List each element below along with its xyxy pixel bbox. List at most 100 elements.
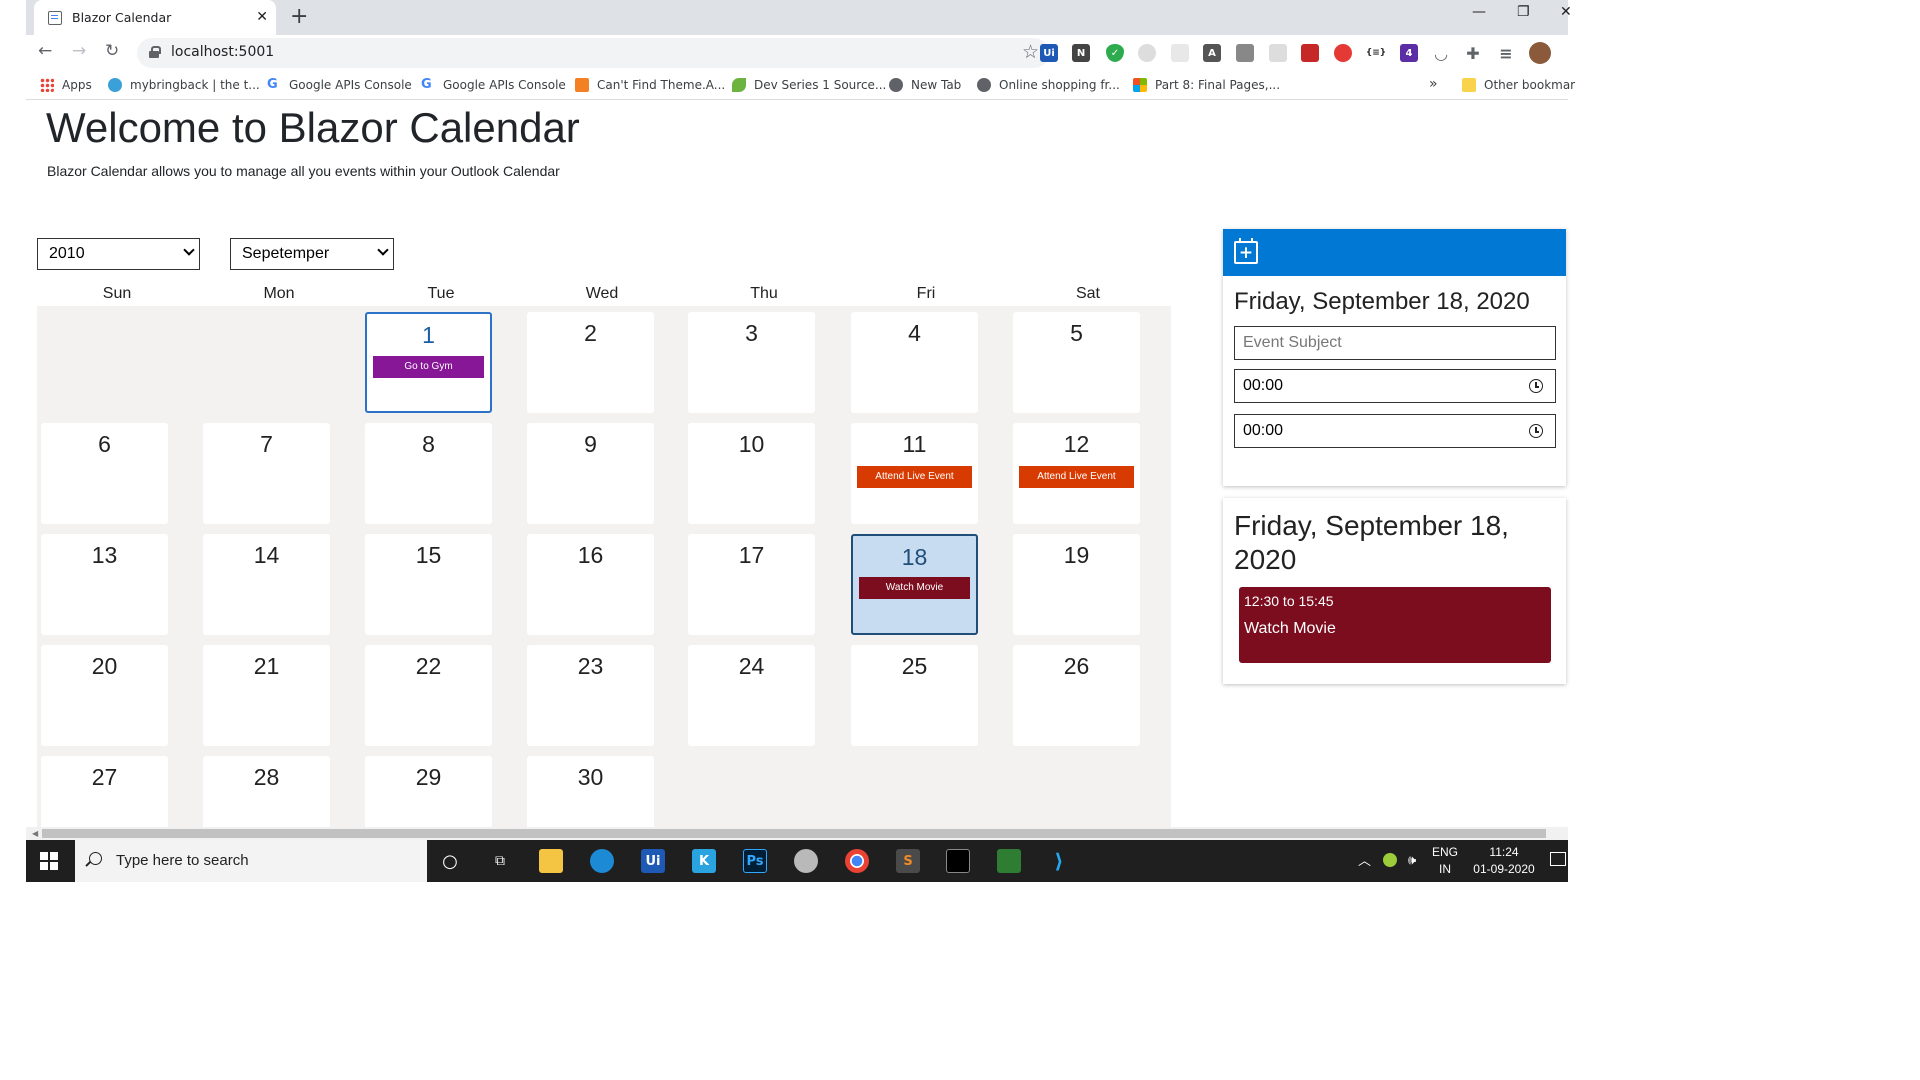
scroll-left-icon[interactable]: ◀ — [32, 829, 38, 838]
language-indicator[interactable]: ENG IN — [1432, 844, 1458, 878]
purple-extension-icon[interactable]: 4 — [1400, 44, 1418, 62]
event-chip[interactable]: Attend Live Event — [1019, 466, 1134, 488]
new-tab-button[interactable]: + — [290, 4, 308, 29]
uipath-extension-icon[interactable]: Ui — [1040, 44, 1058, 62]
other-bookmarks-folder[interactable]: Other bookmar — [1462, 78, 1575, 92]
month-select[interactable]: Sepetemper — [230, 238, 394, 270]
day-cell[interactable]: 27 — [41, 756, 168, 827]
day-cell[interactable]: 30 — [527, 756, 654, 827]
clock-icon[interactable] — [1529, 424, 1543, 438]
taskbar-search-box[interactable]: Type here to search — [75, 840, 427, 882]
day-cell[interactable]: 26 — [1013, 645, 1140, 746]
day-cell[interactable]: 8 — [365, 423, 492, 524]
day-cell[interactable]: 28 — [203, 756, 330, 827]
notifications-icon[interactable] — [1550, 852, 1566, 866]
day-cell[interactable]: 20 — [41, 645, 168, 746]
day-cell[interactable]: 10 — [688, 423, 815, 524]
calendar-add-icon[interactable] — [1234, 238, 1258, 264]
event-chip[interactable]: Attend Live Event — [857, 466, 972, 488]
day-cell[interactable]: 7 — [203, 423, 330, 524]
terminal-icon[interactable] — [946, 849, 970, 873]
minimize-button[interactable]: — — [1472, 4, 1486, 20]
notepad-icon[interactable] — [997, 849, 1021, 873]
bookmark-apps[interactable]: Apps — [40, 78, 92, 92]
day-cell[interactable]: 5 — [1013, 312, 1140, 413]
uipath-icon[interactable]: Ui — [641, 849, 665, 873]
day-cell[interactable]: 13 — [41, 534, 168, 635]
close-window-button[interactable]: ✕ — [1560, 4, 1572, 20]
day-cell[interactable]: 22 — [365, 645, 492, 746]
day-cell[interactable]: 29 — [365, 756, 492, 827]
megaphone-extension-icon[interactable] — [1334, 44, 1352, 62]
edge-icon[interactable] — [590, 849, 614, 873]
sublime-text-icon[interactable]: S — [896, 849, 920, 873]
paint-icon[interactable] — [794, 849, 818, 873]
browser-tab-active[interactable]: Blazor Calendar ✕ — [34, 0, 276, 35]
font-extension-icon[interactable]: A — [1203, 44, 1221, 62]
camera-extension-icon[interactable] — [1236, 44, 1254, 62]
day-cell[interactable]: 2 — [527, 312, 654, 413]
reload-icon[interactable]: ↻ — [105, 41, 119, 61]
event-chip[interactable]: Watch Movie — [859, 577, 970, 599]
vscode-icon[interactable]: ⟩ — [1047, 849, 1071, 873]
bookmarks-overflow-button[interactable]: » — [1429, 76, 1438, 92]
back-arrow-icon[interactable]: ← — [38, 41, 52, 61]
puzzle-extensions-icon[interactable]: ✚ — [1464, 44, 1482, 63]
task-view-icon[interactable]: ⧉ — [488, 849, 512, 873]
clock-icon[interactable] — [1529, 379, 1543, 393]
news-extension-icon[interactable]: N — [1072, 44, 1090, 62]
lock-icon[interactable] — [149, 46, 161, 58]
blank-extension-icon[interactable] — [1171, 44, 1189, 62]
horizontal-scrollbar[interactable]: ◀ — [0, 827, 1568, 840]
cortana-icon[interactable]: ○ — [438, 849, 462, 873]
address-bar[interactable]: localhost:5001 ☆ — [137, 38, 1049, 68]
bookmark-online-shopping[interactable]: Online shopping fr... — [977, 78, 1120, 92]
day-cell-selected[interactable]: 18 Watch Movie — [851, 534, 978, 635]
day-cell[interactable]: 3 — [688, 312, 815, 413]
file-explorer-icon[interactable] — [539, 849, 563, 873]
volume-icon[interactable]: 🕪 — [1408, 851, 1416, 868]
day-cell[interactable]: 6 — [41, 423, 168, 524]
pocket-extension-icon[interactable]: ◡ — [1432, 44, 1450, 63]
profile-avatar[interactable] — [1529, 42, 1551, 64]
event-subject-input[interactable]: Event Subject — [1234, 326, 1556, 360]
day-cell[interactable]: 16 — [527, 534, 654, 635]
event-chip[interactable]: Go to Gym — [373, 356, 484, 378]
day-cell[interactable]: 1 Go to Gym — [365, 312, 492, 413]
bookmark-google-apis-2[interactable]: G Google APIs Console — [421, 78, 566, 93]
reading-list-icon[interactable]: ≡ — [1497, 44, 1515, 63]
scrollbar-thumb[interactable] — [42, 829, 1546, 838]
day-cell[interactable]: 25 — [851, 645, 978, 746]
day-cell[interactable]: 14 — [203, 534, 330, 635]
day-cell[interactable]: 12 Attend Live Event — [1013, 423, 1140, 524]
bookmark-mybringback[interactable]: mybringback | the t... — [108, 78, 260, 92]
mcafee-extension-icon[interactable] — [1301, 44, 1319, 62]
end-time-input[interactable]: 00:00 — [1234, 414, 1556, 448]
record-extension-icon[interactable] — [1138, 44, 1156, 62]
event-card[interactable]: 12:30 to 15:45 Watch Movie — [1239, 587, 1551, 663]
bookmark-dev-series[interactable]: Dev Series 1 Source... — [732, 78, 886, 92]
start-time-input[interactable]: 00:00 — [1234, 369, 1556, 403]
day-cell[interactable]: 4 — [851, 312, 978, 413]
day-cell[interactable]: 15 — [365, 534, 492, 635]
day-cell[interactable]: 23 — [527, 645, 654, 746]
bookmark-new-tab[interactable]: New Tab — [889, 78, 961, 92]
day-cell[interactable]: 11 Attend Live Event — [851, 423, 978, 524]
day-cell[interactable]: 21 — [203, 645, 330, 746]
chrome-icon[interactable] — [845, 849, 869, 873]
restore-button[interactable]: ❐ — [1517, 4, 1530, 20]
bookmark-cant-find-theme[interactable]: Can't Find Theme.A... — [575, 78, 725, 92]
forward-arrow-icon[interactable]: → — [72, 41, 86, 61]
tray-overflow-icon[interactable]: ︿ — [1358, 852, 1371, 869]
tray-app-icon[interactable] — [1383, 853, 1397, 867]
bookmark-part-8[interactable]: Part 8: Final Pages,... — [1133, 78, 1280, 92]
day-cell[interactable]: 17 — [688, 534, 815, 635]
day-cell[interactable]: 24 — [688, 645, 815, 746]
windows-start-icon[interactable] — [40, 852, 58, 870]
json-extension-icon[interactable]: {≡} — [1366, 44, 1386, 62]
bookmark-google-apis-1[interactable]: G Google APIs Console — [267, 78, 412, 93]
day-cell[interactable]: 9 — [527, 423, 654, 524]
kotlin-app-icon[interactable]: K — [692, 849, 716, 873]
clock[interactable]: 11:24 01-09-2020 — [1469, 844, 1539, 878]
page-extension-icon[interactable] — [1269, 44, 1287, 62]
